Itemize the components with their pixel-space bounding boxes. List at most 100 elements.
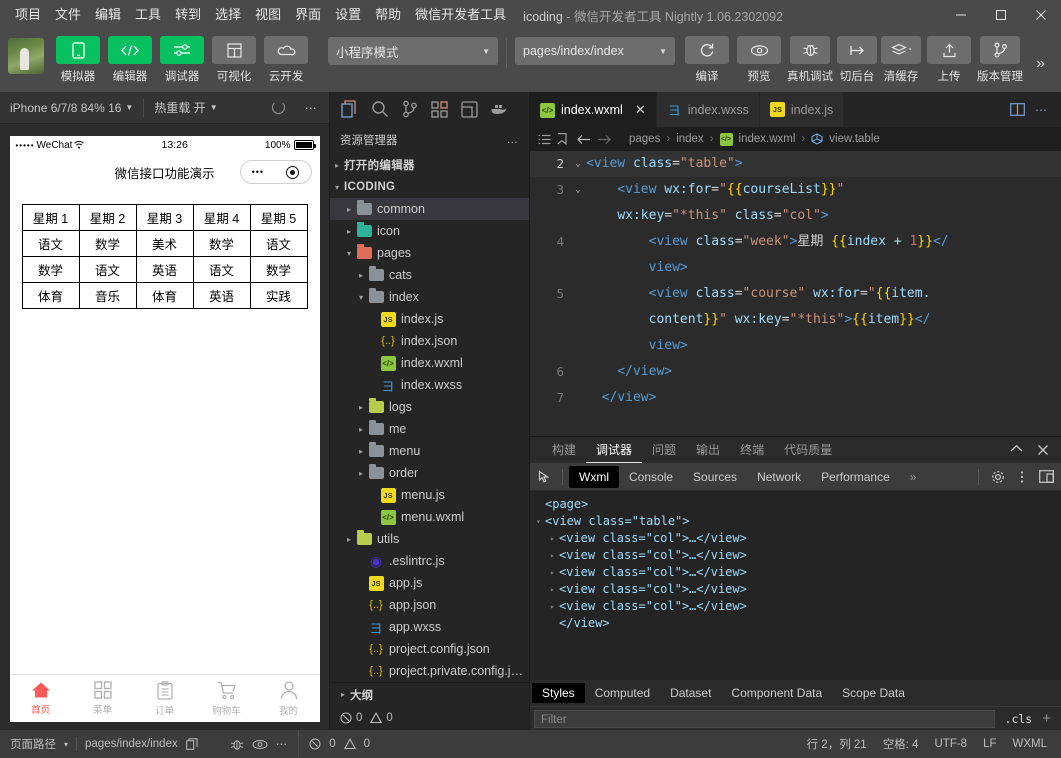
real-device-debug-button[interactable]: 真机调试 (787, 36, 833, 84)
devtools-tab-wxml[interactable]: Wxml (569, 465, 619, 488)
inspect-icon[interactable] (534, 466, 556, 488)
breadcrumb-symbol[interactable]: view.table (829, 133, 880, 145)
chevron-right-icon[interactable]: ▸ (342, 535, 356, 544)
chevron-right-icon[interactable]: ▸ (354, 271, 368, 280)
chevron-right-icon[interactable]: ▸ (550, 530, 559, 547)
forward-arrow-icon[interactable] (597, 134, 611, 145)
tabbar-item-cart[interactable]: 购物车 (196, 681, 258, 717)
add-rule-button[interactable]: + (1042, 710, 1057, 727)
tree-item-index-js[interactable]: JS index.js (330, 308, 529, 330)
code-line[interactable]: 7 </view> (530, 385, 1061, 411)
panel-tab-code-quality[interactable]: 代码质量 (774, 437, 842, 463)
toolbar-editor-button[interactable]: 编辑器 (106, 36, 154, 84)
filter-input[interactable]: Filter (534, 709, 995, 728)
styles-tab-scope-data[interactable]: Scope Data (832, 683, 915, 703)
maximize-button[interactable] (981, 0, 1021, 30)
wxml-tree-row[interactable]: ▸ <view class="col">…</view> (536, 581, 1055, 598)
close-button[interactable] (1021, 0, 1061, 30)
toolbar-overflow-button[interactable]: » (1028, 55, 1053, 73)
tree-section-open-editors[interactable]: ▸ 打开的编辑器 (330, 154, 529, 176)
chevron-right-icon[interactable]: ▸ (342, 227, 356, 236)
clear-cache-button[interactable]: 清缓存 (881, 36, 921, 84)
tree-item-index[interactable]: ▾ index (330, 286, 529, 308)
chevron-right-icon[interactable]: ▸ (354, 447, 368, 456)
indent-setting[interactable]: 空格: 4 (883, 736, 919, 752)
wxml-tree-row[interactable]: ▸ <view class="col">…</view> (536, 564, 1055, 581)
code-line[interactable]: view> (530, 333, 1061, 359)
chevron-down-icon[interactable]: ▾ (64, 740, 68, 749)
wxml-tree-row[interactable]: <page> (536, 496, 1055, 513)
tree-item-me[interactable]: ▸ me (330, 418, 529, 440)
tree-item-cats[interactable]: ▸ cats (330, 264, 529, 286)
tree-item-app-json[interactable]: {..} app.json (330, 594, 529, 616)
chevron-up-icon[interactable] (1010, 444, 1023, 456)
cloud-whale-icon[interactable] (486, 96, 513, 123)
chevron-right-icon[interactable]: ▸ (354, 469, 368, 478)
panel-tab-build[interactable]: 构建 (542, 437, 586, 463)
menu-item-edit[interactable]: 编辑 (88, 0, 128, 30)
preview-button[interactable]: 预览 (735, 36, 783, 84)
panel-tab-output[interactable]: 输出 (686, 437, 730, 463)
cls-button[interactable]: .cls (1001, 712, 1037, 726)
toolbar-cloud-button[interactable]: 云开发 (262, 36, 310, 84)
tree-item-index-wxml[interactable]: </> index.wxml (330, 352, 529, 374)
tree-item-menu[interactable]: ▸ menu (330, 440, 529, 462)
language-mode[interactable]: WXML (1013, 738, 1048, 750)
code-line[interactable]: 2 ⌄ <view class="table"> (530, 151, 1061, 177)
menu-item-goto[interactable]: 转到 (168, 0, 208, 30)
close-icon[interactable] (1037, 444, 1049, 456)
tree-item-utils[interactable]: ▸ utils (330, 528, 529, 550)
tree-section-project-root[interactable]: ▾ ICODING (330, 176, 529, 198)
chevron-down-icon[interactable]: ▾ (342, 249, 356, 258)
styles-tab-styles[interactable]: Styles (532, 683, 585, 703)
chevron-right-icon[interactable]: ▸ (550, 547, 559, 564)
code-line[interactable]: 3 ⌄ <view wx:for="{{courseList}}" (530, 177, 1061, 203)
page-path-label[interactable]: 页面路径 (10, 736, 56, 752)
devtools-tab-console[interactable]: Console (619, 466, 683, 488)
breadcrumb-file[interactable]: index.wxml (739, 133, 796, 145)
tabbar-item-home[interactable]: 首页 (10, 681, 72, 716)
toolbar-debugger-button[interactable]: 调试器 (158, 36, 206, 84)
tree-item-pages[interactable]: ▾ pages (330, 242, 529, 264)
avatar[interactable] (8, 38, 44, 74)
devtools-tab-overflow[interactable]: » (900, 466, 927, 488)
menu-item-help[interactable]: 帮助 (368, 0, 408, 30)
menu-item-devtools[interactable]: 微信开发者工具 (408, 0, 513, 30)
code-line[interactable]: 5 <view class="course" wx:for="{{item. (530, 281, 1061, 307)
menu-item-tools[interactable]: 工具 (128, 0, 168, 30)
tree-item-project-private-config-js-[interactable]: {..} project.private.config.js… (330, 660, 529, 682)
chevron-right-icon[interactable]: ▸ (354, 425, 368, 434)
tree-item-app-js[interactable]: JS app.js (330, 572, 529, 594)
close-icon[interactable]: ✕ (635, 102, 646, 118)
styles-tab-component-data[interactable]: Component Data (721, 683, 832, 703)
chevron-down-icon[interactable]: ▾ (536, 513, 545, 530)
explorer-more-button[interactable]: … (507, 134, 520, 146)
tree-item-app-wxss[interactable]: ヨ app.wxss (330, 616, 529, 638)
wxml-tree-row[interactable]: ▸ <view class="col">…</view> (536, 598, 1055, 615)
styles-tab-computed[interactable]: Computed (585, 683, 660, 703)
toolbar-visual-button[interactable]: 可视化 (210, 36, 258, 84)
breadcrumb-index[interactable]: index (676, 133, 704, 145)
chevron-down-icon[interactable]: ▾ (354, 293, 368, 302)
editor-tab-index-wxss[interactable]: ヨ index.wxss (656, 92, 760, 127)
wxml-tree-row[interactable]: </view> (536, 615, 1055, 632)
bookmark-icon[interactable] (557, 133, 567, 145)
page-select[interactable]: pages/index/index ▼ (515, 37, 675, 65)
device-select[interactable]: iPhone 6/7/8 84% 16 ▼ (0, 92, 143, 124)
tree-item-common[interactable]: ▸ common (330, 198, 529, 220)
back-arrow-icon[interactable] (577, 134, 591, 145)
tabbar-item-order[interactable]: 订单 (134, 680, 196, 717)
code-editor[interactable]: 2 ⌄ <view class="table"> 3 ⌄ <view wx:for="{… (530, 151, 1061, 436)
eol-setting[interactable]: LF (983, 738, 996, 750)
mode-select[interactable]: 小程序模式 ▼ (328, 37, 498, 65)
compile-button[interactable]: 编译 (683, 36, 731, 84)
extensions-icon[interactable] (426, 96, 453, 123)
tree-item-menu-js[interactable]: JS menu.js (330, 484, 529, 506)
wxml-tree[interactable]: <page> ▾ <view class="table"> ▸ <view class=… (530, 491, 1061, 680)
wxml-tree-row[interactable]: ▸ <view class="col">…</view> (536, 547, 1055, 564)
panel-tab-problems[interactable]: 问题 (642, 437, 686, 463)
tree-item-index-json[interactable]: {..} index.json (330, 330, 529, 352)
menu-item-project[interactable]: 项目 (8, 0, 48, 30)
devtools-tab-network[interactable]: Network (747, 466, 811, 488)
tree-item-menu-wxml[interactable]: </> menu.wxml (330, 506, 529, 528)
